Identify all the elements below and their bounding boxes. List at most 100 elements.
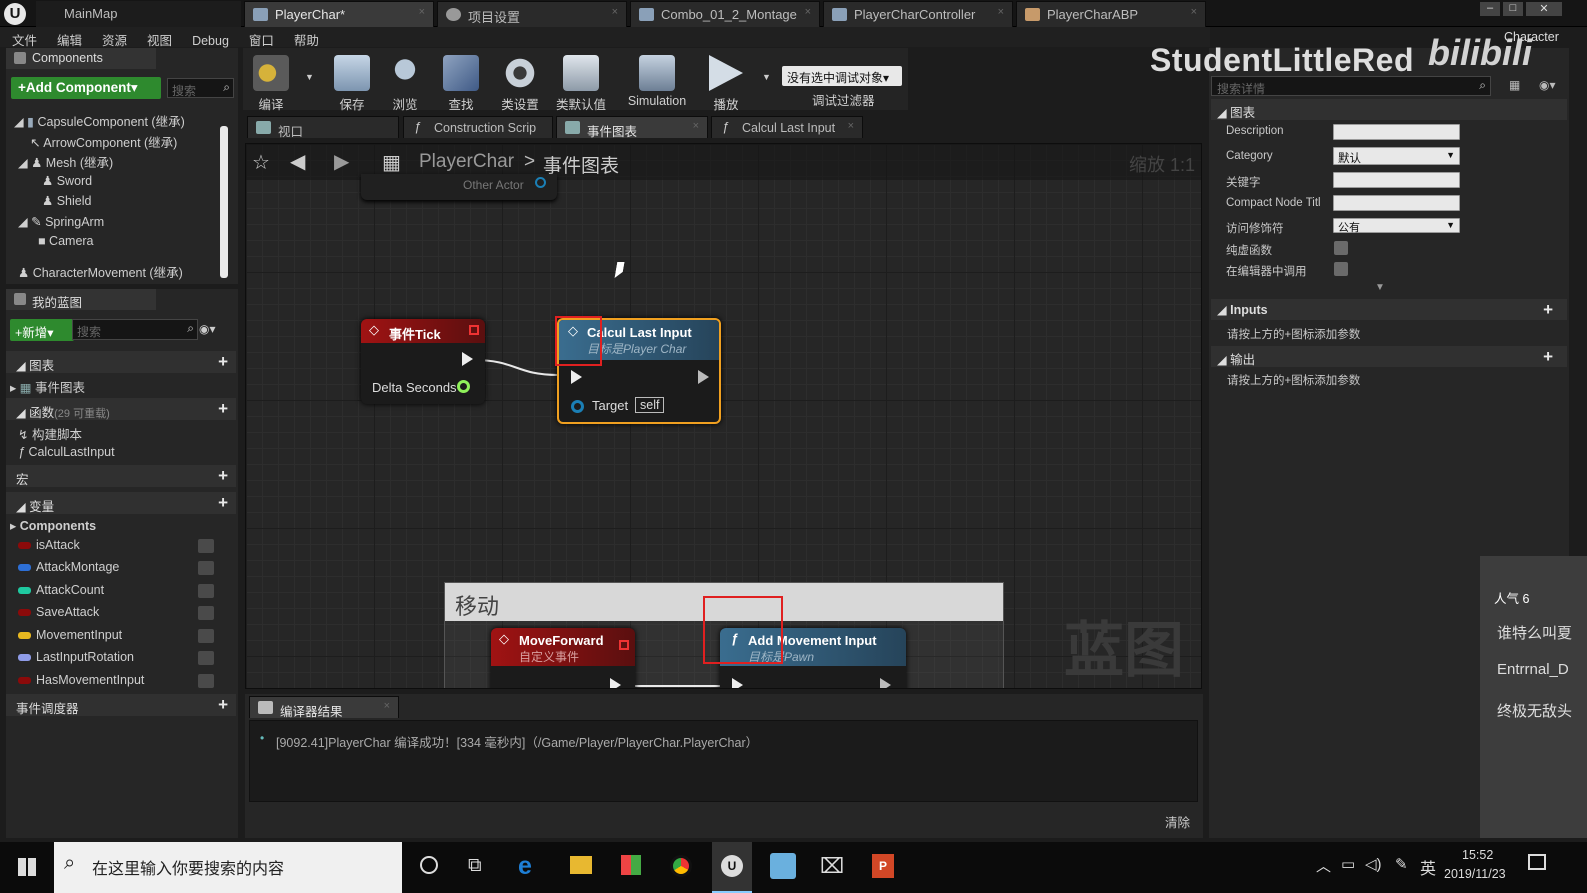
category-select[interactable]: 默认 ▼ [1333,147,1460,165]
tab-compiler-results[interactable]: 编译器结果 × [249,696,399,719]
list-item-event-graph[interactable]: ▸ ▦ 事件图表 [10,377,85,396]
close-icon[interactable]: × [419,6,425,18]
exec-out-pin-icon[interactable] [610,678,621,688]
tree-item-camera[interactable]: ■ Camera [38,234,94,248]
components-scrollbar[interactable] [220,126,228,278]
grid-view-icon[interactable]: ▦ [1509,78,1520,92]
ime-indicator[interactable]: 英 [1420,855,1436,879]
components-search-input[interactable]: 搜索 ⌕ [167,78,234,98]
tree-item-arrow[interactable]: ↖ ArrowComponent (继承) [30,132,177,151]
menu-file[interactable]: 文件 [0,27,45,49]
blueprint-search-input[interactable]: 搜索 ⌕ [72,319,198,340]
add-output-icon[interactable]: + [1543,347,1553,367]
eye-icon[interactable] [198,539,214,553]
float-pin-icon[interactable] [457,380,470,393]
exec-in-pin-icon[interactable] [571,370,582,384]
compile-button[interactable]: 编译 [243,52,299,112]
tab-mainmap[interactable]: MainMap [36,1,241,27]
task-view-icon[interactable]: ⧉ [468,855,482,877]
category-components[interactable]: ▸ Components [10,518,96,533]
eye-icon[interactable] [198,584,214,598]
variable-item[interactable]: HasMovementInput [18,673,214,688]
chart-app-icon[interactable]: ⌧ [820,854,844,879]
compact-title-input[interactable] [1333,195,1460,211]
play-button[interactable]: 播放 [698,52,754,112]
app-icon[interactable] [770,853,796,879]
tab-project-settings[interactable]: 项目设置 × [437,1,627,27]
debug-object-select[interactable]: 没有选中调试对象▾ [782,66,902,86]
tray-chevron-icon[interactable]: ︿ [1316,855,1331,876]
eye-icon[interactable] [198,674,214,688]
event-tick-node[interactable]: ◇ 事件Tick Delta Seconds [361,319,485,404]
description-input[interactable] [1333,124,1460,140]
variable-item[interactable]: AttackMontage [18,560,214,575]
unreal-logo-icon[interactable]: U [4,3,26,25]
pure-virtual-checkbox[interactable] [1334,241,1348,255]
section-graph[interactable]: ◢ 图表 [1211,99,1567,120]
exec-out-pin-icon[interactable] [462,352,473,366]
clock-date[interactable]: 2019/11/23 [1444,867,1506,881]
eye-icon[interactable] [198,651,214,665]
cortana-icon[interactable] [420,856,438,874]
menu-debug[interactable]: Debug [180,31,237,48]
variable-item[interactable]: LastInputRotation [18,650,214,665]
call-in-editor-checkbox[interactable] [1334,262,1348,276]
windows-start-icon[interactable] [18,858,36,876]
taskbar-search-input[interactable]: ⌕ 在这里输入你要搜索的内容 [54,842,402,893]
close-icon[interactable]: × [805,6,811,18]
add-dispatcher-icon[interactable]: + [218,695,228,715]
tree-item-springarm[interactable]: ◢ ✎ SpringArm [18,214,104,229]
clock-time[interactable]: 15:52 [1462,848,1493,862]
target-pin-icon[interactable] [571,400,584,413]
menu-window[interactable]: 窗口 [237,27,282,49]
tab-montage[interactable]: Combo_01_2_Montage × [630,1,820,27]
list-item-construction-script[interactable]: ↯ 构建脚本 [18,424,82,443]
tab-construction-script[interactable]: ƒ Construction Scrip [403,116,553,138]
maximize-button[interactable]: □ [1503,2,1523,16]
section-graphs[interactable]: ◢ 图表 + [6,351,236,373]
close-icon[interactable]: × [848,120,854,132]
tab-viewport[interactable]: 视口 [247,116,399,139]
menu-edit[interactable]: 编辑 [45,27,90,49]
pen-icon[interactable]: ✎ [1395,855,1408,873]
details-search-input[interactable]: 搜索详情 ⌕ [1211,76,1491,96]
close-window-button[interactable]: ✕ [1526,2,1562,16]
section-inputs[interactable]: ◢ Inputs + [1211,299,1567,320]
event-graph-canvas[interactable]: ☆ ◀ ▶ ▦ PlayerChar > 事件图表 缩放 1:1 Other A… [245,143,1202,689]
tab-calcul-last-input[interactable]: ƒ Calcul Last Input × [711,116,863,138]
class-settings-button[interactable]: 类设置 [492,52,548,112]
menu-help[interactable]: 帮助 [282,27,327,49]
class-defaults-button[interactable]: 类默认值 [553,52,609,112]
exec-in-pin-icon[interactable] [732,678,743,688]
eye-icon[interactable] [198,629,214,643]
exec-out-pin-icon[interactable] [698,370,709,384]
tree-item-charmovement[interactable]: ♟ CharacterMovement (继承) [18,262,183,281]
unreal-taskbar-icon[interactable]: U [712,842,752,893]
eye-icon[interactable]: ◉▾ [1539,78,1556,92]
tree-item-capsule[interactable]: ◢ ▮ CapsuleComponent (继承) [14,111,185,130]
components-tab[interactable]: Components [6,48,156,69]
section-functions[interactable]: ◢ 函数(29 可重载) + [6,398,236,420]
minimize-button[interactable]: – [1480,2,1500,16]
network-icon[interactable]: ▭ [1341,855,1355,873]
volume-icon[interactable]: ◁) [1365,855,1382,873]
file-explorer-icon[interactable] [570,856,592,874]
tab-playerchar[interactable]: PlayerChar* × [244,1,434,27]
add-graph-icon[interactable]: + [218,352,228,372]
variable-item[interactable]: MovementInput [18,628,214,643]
menu-view[interactable]: 视图 [135,27,180,49]
close-icon[interactable]: × [384,700,390,712]
variable-item[interactable]: AttackCount [18,583,214,598]
compile-dropdown-icon[interactable]: ▼ [305,72,314,82]
close-icon[interactable]: × [693,120,699,132]
close-icon[interactable]: × [998,6,1004,18]
section-event-dispatchers[interactable]: 事件调度器 + [6,694,236,716]
delegate-pin-icon[interactable] [619,640,629,650]
edge-icon[interactable]: e [518,852,532,881]
clear-button[interactable]: 清除 [1165,812,1190,831]
powerpoint-icon[interactable]: P [872,854,894,878]
expand-more-icon[interactable]: ▼ [1375,282,1385,293]
save-button[interactable]: 保存 [324,52,380,112]
chrome-icon[interactable] [670,855,692,877]
variable-item[interactable]: SaveAttack [18,605,214,620]
